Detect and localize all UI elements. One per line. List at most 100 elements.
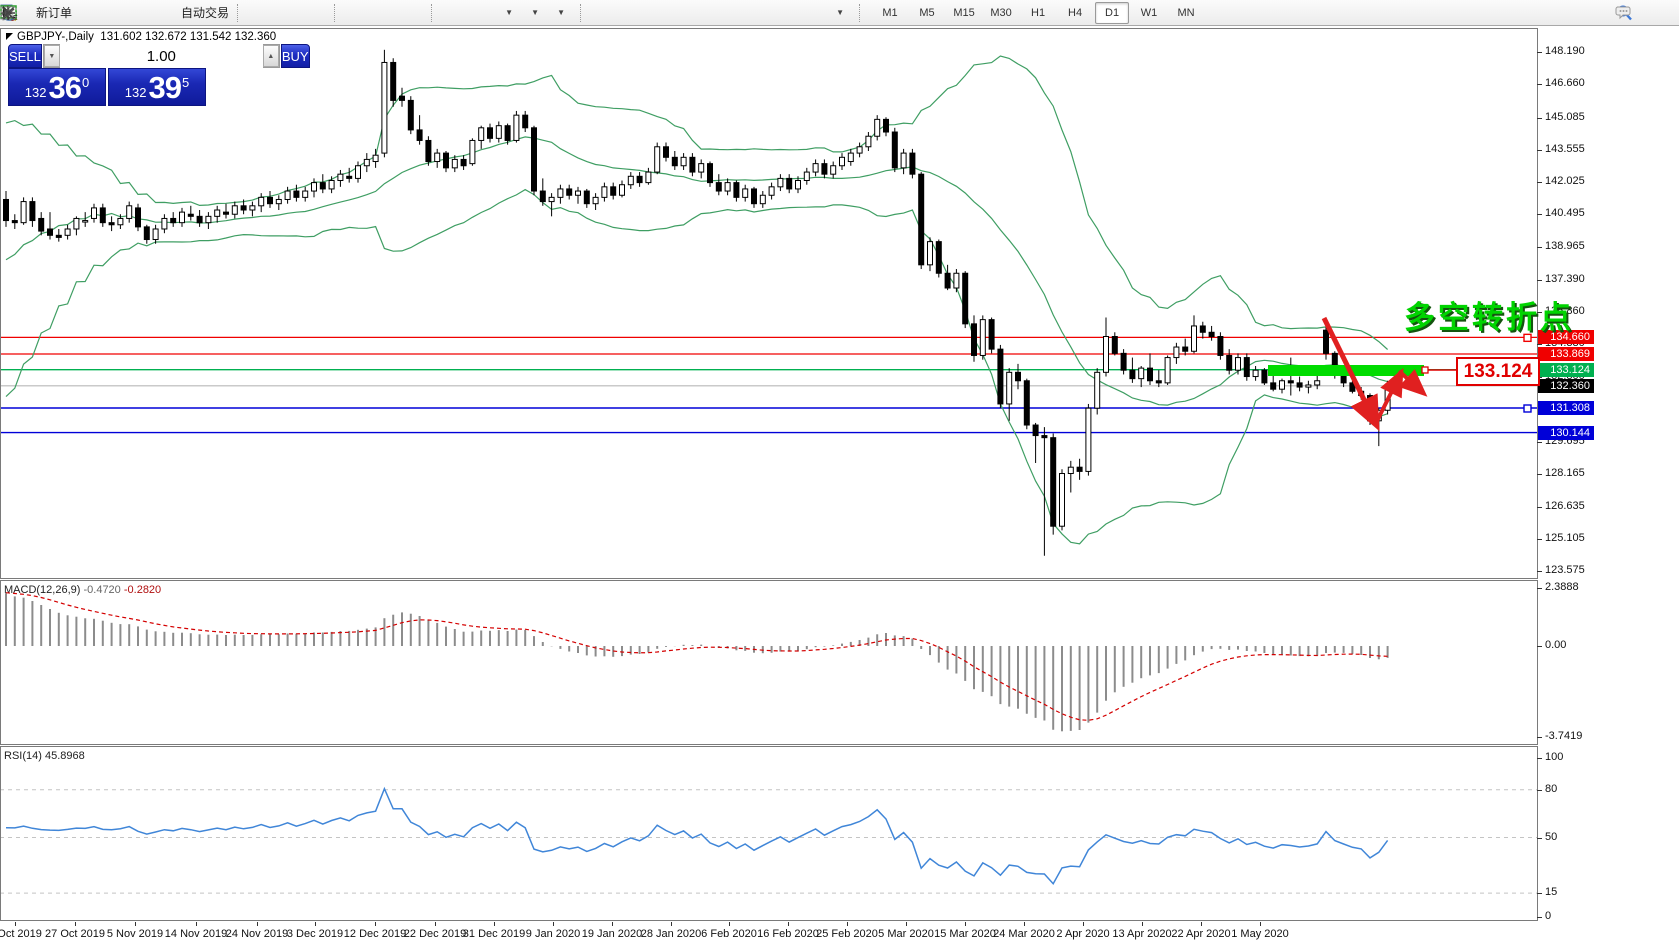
add-indicator-icon[interactable]: ▼: [497, 2, 520, 24]
date-tick-mark: [435, 922, 436, 926]
macd-tick-mark: [1537, 646, 1542, 647]
date-tick-label: 2 Apr 2020: [1056, 928, 1109, 940]
price-tick-mark: [1537, 247, 1542, 248]
date-tick-label: 22 Apr 2020: [1171, 928, 1230, 940]
auto-scroll-icon[interactable]: [277, 2, 300, 24]
signals-icon[interactable]: [127, 2, 150, 24]
price-tick-label: 146.660: [1545, 77, 1585, 89]
sell-button[interactable]: SELL: [8, 44, 42, 68]
macd-tick-mark: [1537, 588, 1542, 589]
price-tick-label: 123.575: [1545, 564, 1585, 576]
autotrading-icon[interactable]: [153, 2, 176, 24]
timeframe-button-M5[interactable]: M5: [910, 2, 944, 24]
date-tick-label: 15 Mar 2020: [934, 928, 996, 940]
date-tick-mark: [75, 922, 76, 926]
cursor-icon[interactable]: [594, 2, 617, 24]
toolbar-separator: [580, 4, 586, 22]
price-tick-mark: [1537, 344, 1542, 345]
channel-icon[interactable]: E: [724, 2, 747, 24]
rsi-tick-mark: [1537, 758, 1542, 759]
period-icon[interactable]: ▼: [523, 2, 546, 24]
macd-tick-label: 2.3888: [1545, 581, 1579, 593]
price-badge-132.360: 132.360: [1538, 379, 1594, 393]
timeframe-button-M30[interactable]: M30: [984, 2, 1018, 24]
buy-button[interactable]: BUY: [281, 44, 310, 68]
tile-windows-icon[interactable]: [400, 2, 423, 24]
vertical-line-icon[interactable]: [646, 2, 669, 24]
strategy-window-icon[interactable]: [471, 2, 494, 24]
data-window-icon[interactable]: [445, 2, 468, 24]
volume-increase-button[interactable]: ▲: [263, 45, 279, 67]
price-badge-133.124: 133.124: [1538, 363, 1594, 377]
timeframe-button-M1[interactable]: M1: [873, 2, 907, 24]
rsi-tick-label: 0: [1545, 910, 1551, 922]
zoom-out-icon[interactable]: [374, 2, 397, 24]
price-tick-label: 142.025: [1545, 175, 1585, 187]
date-tick-label: 24 Nov 2019: [226, 928, 288, 940]
timeframe-toolbar: M1M5M15M30H1H4D1W1MN: [869, 2, 1207, 24]
date-tick-label: 5 Nov 2019: [107, 928, 163, 940]
date-tick-label: 25 Feb 2020: [816, 928, 878, 940]
crosshair-icon[interactable]: [620, 2, 643, 24]
rsi-tick-label: 100: [1545, 751, 1563, 763]
date-tick-label: 16 Feb 2020: [757, 928, 819, 940]
volume-input[interactable]: [60, 44, 263, 68]
timeframe-button-D1[interactable]: D1: [1095, 2, 1129, 24]
one-click-trading-panel: SELL ▼ ▲ BUY 132 36 0 132 39 5: [8, 44, 206, 106]
date-tick-label: 22 Dec 2019: [404, 928, 466, 940]
profile-icon[interactable]: [101, 2, 124, 24]
rsi-tick-mark: [1537, 838, 1542, 839]
chart-scale-icon[interactable]: [303, 2, 326, 24]
buy-price[interactable]: 132 39 5: [108, 68, 206, 106]
sell-price[interactable]: 132 36 0: [8, 68, 106, 106]
date-tick-label: 27 Oct 2019: [45, 928, 105, 940]
buy-price-point: 5: [182, 69, 189, 97]
highlighter-icon[interactable]: [75, 2, 98, 24]
price-tick-mark: [1537, 539, 1542, 540]
date-tick-label: 7 Oct 2019: [0, 928, 42, 940]
new-order-label[interactable]: 新订单: [36, 4, 72, 21]
timeframe-button-H4[interactable]: H4: [1058, 2, 1092, 24]
price-tick-mark: [1537, 280, 1542, 281]
date-tick-mark: [906, 922, 907, 926]
date-tick-mark: [1024, 922, 1025, 926]
date-tick-mark: [315, 922, 316, 926]
trendline-icon[interactable]: [698, 2, 721, 24]
chat-icon[interactable]: [1648, 2, 1671, 24]
date-tick-mark: [135, 922, 136, 926]
zoom-in-icon[interactable]: [348, 2, 371, 24]
timeframe-button-M15[interactable]: M15: [947, 2, 981, 24]
price-tick-label: 140.495: [1545, 207, 1585, 219]
horizontal-line-icon[interactable]: [672, 2, 695, 24]
toolbar-separator: [431, 4, 437, 22]
volume-decrease-button[interactable]: ▼: [44, 45, 60, 67]
timeframe-button-W1[interactable]: W1: [1132, 2, 1166, 24]
shapes-icon[interactable]: ▼: [828, 2, 851, 24]
date-tick-mark: [729, 922, 730, 926]
main-toolbar: 新订单 自动交易: [0, 0, 1679, 26]
mt4-terminal: 新订单 自动交易: [0, 0, 1679, 944]
price-tick-label: 126.635: [1545, 500, 1585, 512]
text-label-icon[interactable]: T: [802, 2, 825, 24]
sell-price-pips: 36: [48, 72, 80, 103]
chart-shift-icon[interactable]: [251, 2, 274, 24]
price-tick-label: 138.965: [1545, 240, 1585, 252]
autotrading-label[interactable]: 自动交易: [181, 4, 229, 21]
text-icon[interactable]: A: [776, 2, 799, 24]
date-tick-mark: [196, 922, 197, 926]
buy-price-figure: 132: [125, 83, 147, 103]
turning-point-annotation[interactable]: 多空转折点: [1404, 292, 1574, 337]
price-callout-label[interactable]: 133.124: [1456, 357, 1540, 386]
template-icon[interactable]: ▼: [549, 2, 572, 24]
price-tick-mark: [1537, 182, 1542, 183]
rsi-tick-label: 80: [1545, 783, 1557, 795]
date-tick-label: 28 Jan 2020: [641, 928, 702, 940]
timeframe-button-MN[interactable]: MN: [1169, 2, 1203, 24]
date-tick-label: 6 Feb 2020: [701, 928, 757, 940]
date-tick-label: 1 May 2020: [1231, 928, 1288, 940]
timeframe-button-H1[interactable]: H1: [1021, 2, 1055, 24]
rsi-tick-label: 15: [1545, 886, 1557, 898]
date-tick-label: 9 Jan 2020: [526, 928, 580, 940]
fibonacci-icon[interactable]: F: [750, 2, 773, 24]
chart-window[interactable]: GBPJPY-,Daily 131.602 132.672 131.542 13…: [0, 27, 1679, 944]
